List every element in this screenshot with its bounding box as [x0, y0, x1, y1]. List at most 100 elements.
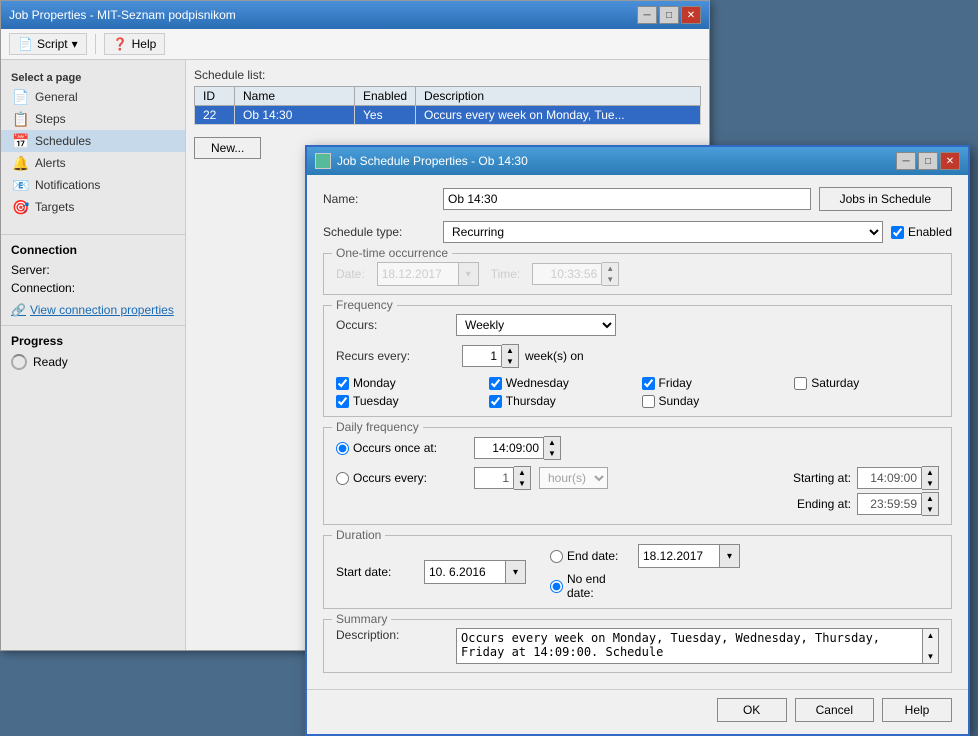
dialog-title: Job Schedule Properties - Ob 14:30	[337, 154, 528, 168]
occurs-every-spin-down[interactable]: ▼	[514, 478, 530, 489]
occurs-once-spin-up[interactable]: ▲	[544, 437, 560, 448]
no-end-date-radio[interactable]	[550, 580, 563, 593]
ending-row: Ending at: ▲ ▼	[336, 492, 939, 516]
friday-checkbox[interactable]	[642, 377, 655, 390]
saturday-checkbox[interactable]	[794, 377, 807, 390]
occurs-every-unit-select[interactable]: hour(s)	[539, 467, 608, 489]
monday-checkbox-label[interactable]: Monday	[336, 376, 481, 390]
recurs-spin-up[interactable]: ▲	[502, 345, 518, 356]
name-input[interactable]	[443, 188, 811, 210]
recurs-spin-down[interactable]: ▼	[502, 356, 518, 367]
occurs-every-input[interactable]	[474, 467, 514, 489]
sidebar-item-schedules[interactable]: 📅 Schedules	[1, 130, 185, 152]
job-props-titlebar: Job Properties - MIT-Seznam podpisnikom …	[1, 1, 709, 29]
ending-spin-down[interactable]: ▼	[922, 504, 938, 515]
friday-checkbox-label[interactable]: Friday	[642, 376, 787, 390]
help-button[interactable]: ❓ Help	[104, 33, 166, 55]
sidebar-item-alerts[interactable]: 🔔 Alerts	[1, 152, 185, 174]
scrollbar-down[interactable]: ▼	[923, 652, 938, 663]
dialog-minimize-button[interactable]: ─	[896, 152, 916, 170]
end-date-wrap[interactable]: ▾	[638, 544, 740, 568]
sidebar-item-label: Schedules	[35, 134, 91, 148]
frequency-section: Frequency Occurs: Weekly Recurs every: ▲…	[323, 305, 952, 417]
close-button[interactable]: ✕	[681, 6, 701, 24]
enabled-checkbox[interactable]	[891, 226, 904, 239]
help-dialog-button[interactable]: Help	[882, 698, 952, 722]
monday-checkbox[interactable]	[336, 377, 349, 390]
script-dropdown-icon[interactable]: ▾	[72, 37, 78, 51]
sidebar-item-notifications[interactable]: 📧 Notifications	[1, 174, 185, 196]
end-date-radio-label[interactable]: End date:	[550, 549, 630, 563]
minimize-button[interactable]: ─	[637, 6, 657, 24]
scrollbar-up[interactable]: ▲	[923, 629, 938, 640]
thursday-checkbox-label[interactable]: Thursday	[489, 394, 634, 408]
script-button[interactable]: 📄 Script ▾	[9, 33, 87, 55]
dialog-titlebar: Job Schedule Properties - Ob 14:30 ─ □ ✕	[307, 147, 968, 175]
sunday-checkbox[interactable]	[642, 395, 655, 408]
schedule-type-select[interactable]: Recurring	[443, 221, 883, 243]
enabled-checkbox-label[interactable]: Enabled	[891, 225, 952, 239]
dialog-icon	[315, 153, 331, 169]
occurs-once-radio-label[interactable]: Occurs once at:	[336, 441, 466, 455]
time-spin-up: ▲	[602, 263, 618, 274]
saturday-checkbox-label[interactable]: Saturday	[794, 376, 939, 390]
schedule-type-row: Schedule type: Recurring Enabled	[323, 221, 952, 243]
occurs-every-spin-up[interactable]: ▲	[514, 467, 530, 478]
sidebar-item-label: Steps	[35, 112, 66, 126]
starting-spin-up[interactable]: ▲	[922, 467, 938, 478]
dialog-close-button[interactable]: ✕	[940, 152, 960, 170]
thursday-checkbox[interactable]	[489, 395, 502, 408]
time-spin-down: ▼	[602, 274, 618, 285]
tuesday-checkbox[interactable]	[336, 395, 349, 408]
ending-spin-up[interactable]: ▲	[922, 493, 938, 504]
occurs-once-spinners: ▲ ▼	[544, 436, 561, 460]
ending-at-input[interactable]	[857, 493, 922, 515]
end-date-cal-button[interactable]: ▾	[719, 545, 739, 567]
occurs-once-time-spinner[interactable]: ▲ ▼	[474, 436, 561, 460]
one-time-time-label: Time:	[491, 267, 521, 281]
script-icon: 📄	[18, 37, 33, 51]
occurs-every-radio[interactable]	[336, 472, 349, 485]
starting-at-input[interactable]	[857, 467, 922, 489]
sidebar-item-general[interactable]: 📄 General	[1, 86, 185, 108]
wednesday-label: Wednesday	[506, 376, 569, 390]
one-time-time-wrap: ▲ ▼	[532, 262, 619, 286]
ending-at-spinner[interactable]: ▲ ▼	[857, 492, 939, 516]
new-button[interactable]: New...	[194, 137, 261, 159]
sidebar-item-targets[interactable]: 🎯 Targets	[1, 196, 185, 218]
ok-button[interactable]: OK	[717, 698, 787, 722]
occurs-once-spin-down[interactable]: ▼	[544, 448, 560, 459]
duration-row: Start date: ▾ End date: ▾	[336, 544, 939, 600]
occurs-select[interactable]: Weekly	[456, 314, 616, 336]
occurs-every-radio-label[interactable]: Occurs every:	[336, 471, 466, 485]
occurs-every-spinner[interactable]: ▲ ▼	[474, 466, 531, 490]
jobs-in-schedule-button[interactable]: Jobs in Schedule	[819, 187, 952, 211]
sidebar-item-steps[interactable]: 📋 Steps	[1, 108, 185, 130]
recurs-every-spinner[interactable]: ▲ ▼	[462, 344, 519, 368]
occurs-once-radio[interactable]	[336, 442, 349, 455]
recurs-every-input[interactable]	[462, 345, 502, 367]
end-date-input[interactable]	[639, 545, 719, 567]
cell-enabled: Yes	[355, 106, 416, 125]
start-date-cal-button[interactable]: ▾	[505, 561, 525, 583]
starting-at-spinner[interactable]: ▲ ▼	[857, 466, 939, 490]
cancel-button[interactable]: Cancel	[795, 698, 874, 722]
description-scrollbar[interactable]: ▲ ▼	[923, 628, 939, 664]
sidebar: Select a page 📄 General 📋 Steps 📅 Schedu…	[1, 60, 186, 650]
recurs-every-label: Recurs every:	[336, 349, 456, 363]
sunday-checkbox-label[interactable]: Sunday	[642, 394, 787, 408]
starting-spin-down[interactable]: ▼	[922, 478, 938, 489]
no-end-date-radio-label[interactable]: No end date:	[550, 572, 630, 600]
restore-button[interactable]: □	[659, 6, 679, 24]
dialog-restore-button[interactable]: □	[918, 152, 938, 170]
occurs-once-time-input[interactable]	[474, 437, 544, 459]
start-date-input[interactable]	[425, 561, 505, 583]
view-connection-link[interactable]: 🔗 View connection properties	[11, 303, 175, 317]
table-row[interactable]: 22 Ob 14:30 Yes Occurs every week on Mon…	[195, 106, 701, 125]
start-date-wrap[interactable]: ▾	[424, 560, 526, 584]
tuesday-checkbox-label[interactable]: Tuesday	[336, 394, 481, 408]
wednesday-checkbox-label[interactable]: Wednesday	[489, 376, 634, 390]
end-date-radio[interactable]	[550, 550, 563, 563]
schedule-table: ID Name Enabled Description 22 Ob 14:30 …	[194, 86, 701, 125]
wednesday-checkbox[interactable]	[489, 377, 502, 390]
